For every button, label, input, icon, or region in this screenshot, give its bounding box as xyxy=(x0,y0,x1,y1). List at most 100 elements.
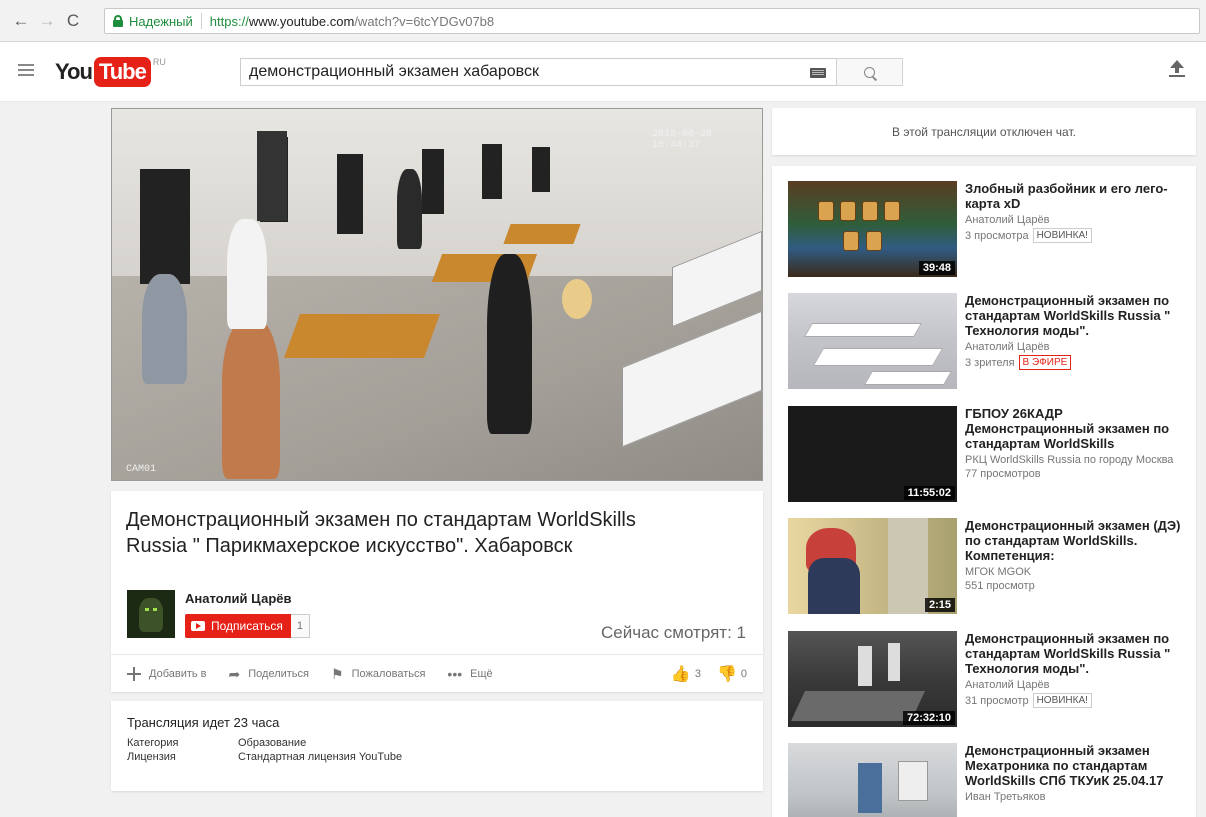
video-thumbnail[interactable] xyxy=(788,743,957,817)
meta-row-category: Категория Образование xyxy=(127,736,747,750)
video-thumbnail[interactable] xyxy=(788,293,957,389)
work-table xyxy=(283,314,441,358)
flag-icon: ⚑ xyxy=(331,665,344,682)
video-player[interactable]: CAM01 2018-06-20 10:44:37 xyxy=(111,108,763,481)
live-status: Трансляция идет 23 часа xyxy=(127,715,280,730)
more-dots-icon: ••• xyxy=(447,665,463,682)
youtube-logo[interactable]: You Tube RU xyxy=(55,57,166,87)
share-button[interactable]: ➦ Поделиться xyxy=(229,667,309,681)
related-channel: Анатолий Царёв xyxy=(965,214,1050,226)
related-title[interactable]: Демонстрационный экзамен (ДЭ) по стандар… xyxy=(965,518,1192,563)
chat-disabled-card: В этой трансляции отключен чат. xyxy=(772,108,1196,155)
related-video-item[interactable]: Демонстрационный экзамен Мехатроника по … xyxy=(788,743,1192,817)
video-duration: 39:48 xyxy=(918,261,955,275)
rating-controls: 👍 3 👎 0 xyxy=(671,655,747,693)
related-channel: Анатолий Царёв xyxy=(965,679,1050,691)
video-thumbnail[interactable]: 72:32:10 xyxy=(788,631,957,727)
camera-timestamp: 2018-06-20 10:44:37 xyxy=(652,129,713,151)
related-views: 3 зрителя xyxy=(965,356,1015,369)
like-count: 3 xyxy=(694,668,701,680)
video-duration: 11:55:02 xyxy=(903,486,955,500)
related-views: 31 просмотр xyxy=(965,694,1029,707)
chat-disabled-text: В этой трансляции отключен чат. xyxy=(892,124,1076,139)
more-button[interactable]: ••• Ещё xyxy=(447,667,492,681)
related-title[interactable]: Демонстрационный экзамен по стандартам W… xyxy=(965,293,1192,338)
subscribe-button-main[interactable]: Подписаться xyxy=(185,614,291,638)
related-channel: Анатолий Царёв xyxy=(965,341,1050,353)
add-to-button[interactable]: Добавить в xyxy=(127,666,207,681)
new-badge: НОВИНКА! xyxy=(1032,693,1092,708)
live-badge: В ЭФИРЕ xyxy=(1018,355,1072,370)
thumbs-down-icon[interactable]: 👎 xyxy=(717,664,737,684)
related-video-item[interactable]: 11:55:02 ГБПОУ 26КАДР Демонстрационный э… xyxy=(788,406,1192,502)
meta-row-license: Лицензия Стандартная лицензия YouTube xyxy=(127,750,747,764)
search-button[interactable] xyxy=(836,58,903,86)
person-figure xyxy=(227,219,267,329)
related-channel: МГОК MGOK xyxy=(965,566,1032,578)
related-title[interactable]: Демонстрационный экзамен Мехатроника по … xyxy=(965,743,1192,788)
video-duration: 72:32:10 xyxy=(902,711,955,725)
mirror-station xyxy=(140,169,190,284)
related-video-item[interactable]: Демонстрационный экзамен по стандартам W… xyxy=(788,293,1192,389)
related-video-item[interactable]: 2:15 Демонстрационный экзамен (ДЭ) по ст… xyxy=(788,518,1192,614)
thumbs-up-icon[interactable]: 👍 xyxy=(671,664,691,684)
video-info-card: Демонстрационный экзамен по стандартам W… xyxy=(111,491,763,692)
report-button[interactable]: ⚑ Пожаловаться xyxy=(331,667,425,681)
report-label: Пожаловаться xyxy=(351,667,426,680)
mirror-station xyxy=(337,154,363,234)
search-input-value: демонстрационный экзамен хабаровск xyxy=(249,63,539,80)
video-thumbnail[interactable]: 11:55:02 xyxy=(788,406,957,502)
related-channel: РКЦ WorldSkills Russia по городу Москва xyxy=(965,454,1174,466)
address-separator xyxy=(200,13,202,29)
mirror-station xyxy=(532,147,550,192)
add-to-label: Добавить в xyxy=(149,667,207,680)
logo-region: RU xyxy=(152,57,166,67)
person-figure xyxy=(222,319,280,479)
related-title[interactable]: ГБПОУ 26КАДР Демонстрационный экзамен по… xyxy=(965,406,1192,451)
related-views: 3 просмотра xyxy=(965,229,1029,242)
related-views: 551 просмотр xyxy=(965,580,1035,592)
youtube-masthead: You Tube RU демонстрационный экзамен хаб… xyxy=(0,42,1206,102)
license-label: Лицензия xyxy=(127,751,176,763)
license-value: Стандартная лицензия YouTube xyxy=(238,751,403,763)
address-bar[interactable]: Надежный https:// www.youtube.com /watch… xyxy=(104,8,1200,34)
upload-icon[interactable] xyxy=(1167,60,1187,82)
related-videos: 39:48 Злобный разбойник и его лего-карта… xyxy=(772,166,1196,817)
hamburger-menu-icon[interactable] xyxy=(18,64,34,76)
search-input[interactable]: демонстрационный экзамен хабаровск xyxy=(240,58,836,86)
related-title[interactable]: Демонстрационный экзамен по стандартам W… xyxy=(965,631,1192,676)
work-table xyxy=(503,224,581,244)
category-value[interactable]: Образование xyxy=(238,736,306,750)
channel-name[interactable]: Анатолий Царёв xyxy=(185,591,292,606)
dislike-count: 0 xyxy=(740,668,747,680)
subscribe-label: Подписаться xyxy=(211,619,283,633)
video-thumbnail[interactable]: 2:15 xyxy=(788,518,957,614)
category-label: Категория xyxy=(127,737,179,749)
back-arrow-icon[interactable]: ← xyxy=(10,10,32,32)
mirror-station xyxy=(422,149,444,214)
logo-you-text: You xyxy=(55,59,93,84)
live-viewers: Сейчас смотрят: 1 xyxy=(601,623,746,642)
related-views: 77 просмотров xyxy=(965,468,1041,480)
related-title[interactable]: Злобный разбойник и его лего-карта xD xyxy=(965,181,1192,211)
url-host: www.youtube.com xyxy=(248,13,355,29)
video-title: Демонстрационный экзамен по стандартам W… xyxy=(126,509,636,557)
related-video-item[interactable]: 39:48 Злобный разбойник и его лего-карта… xyxy=(788,181,1192,277)
reload-icon[interactable]: C xyxy=(62,10,84,32)
lock-icon xyxy=(113,15,123,27)
camera-label: CAM01 xyxy=(126,464,157,475)
related-video-item[interactable]: 72:32:10 Демонстрационный экзамен по ста… xyxy=(788,631,1192,727)
person-figure xyxy=(397,169,422,249)
video-thumbnail[interactable]: 39:48 xyxy=(788,181,957,277)
browser-toolbar: ← → C Надежный https:// www.youtube.com … xyxy=(0,0,1206,42)
subscriber-count: 1 xyxy=(290,614,311,638)
channel-avatar[interactable] xyxy=(127,590,175,638)
plus-icon xyxy=(127,666,141,681)
subscribe-button[interactable]: Подписаться 1 xyxy=(185,614,311,638)
new-badge: НОВИНКА! xyxy=(1032,228,1092,243)
keyboard-icon[interactable] xyxy=(810,68,826,78)
forward-arrow-icon[interactable]: → xyxy=(36,10,58,32)
mirror-station xyxy=(482,144,502,199)
description-card: Трансляция идет 23 часа Категория Образо… xyxy=(111,701,763,791)
share-arrow-icon: ➦ xyxy=(228,665,241,682)
